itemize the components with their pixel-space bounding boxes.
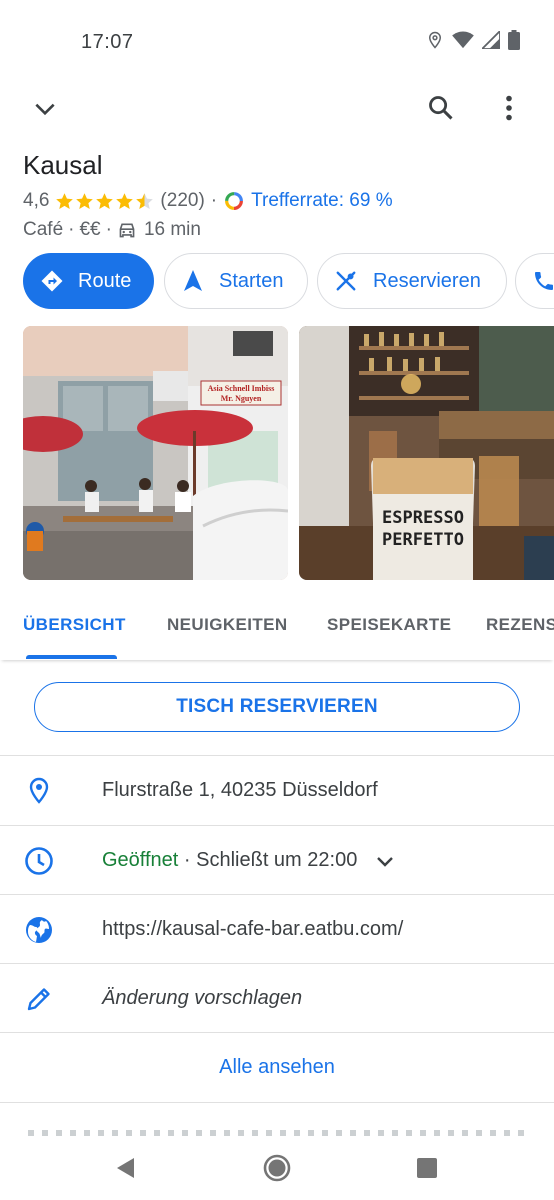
star-icon	[76, 192, 94, 209]
see-all-button[interactable]: Alle ansehen	[0, 1043, 554, 1091]
category: Café	[23, 219, 64, 240]
home-circle-icon	[263, 1154, 291, 1182]
separator: ·	[210, 190, 218, 211]
open-status: Geöffnet	[102, 849, 179, 871]
recents-button[interactable]	[411, 1152, 443, 1184]
price-level: €€	[79, 219, 101, 240]
car-icon	[119, 223, 135, 238]
collapse-button[interactable]	[23, 87, 67, 131]
route-button[interactable]: Route	[23, 253, 154, 309]
rating-value: 4,6	[23, 190, 50, 211]
reserve-label: Reservieren	[373, 269, 481, 292]
star-icon	[116, 192, 134, 209]
address-row[interactable]: Flurstraße 1, 40235 Düsseldorf	[0, 756, 554, 825]
system-nav-bar	[0, 1138, 554, 1200]
place-tabs: ÜBERSICHT NEUIGKEITEN SPEISEKARTE REZENS…	[0, 590, 554, 660]
tab-menu[interactable]: SPEISEKARTE	[327, 615, 451, 635]
action-chips: Route Starten Reservieren	[23, 253, 554, 309]
status-time: 17:07	[81, 31, 134, 53]
review-count: (220)	[160, 190, 205, 211]
home-button[interactable]	[261, 1152, 293, 1184]
signal-icon	[482, 31, 500, 49]
top-bar	[0, 84, 554, 134]
reserve-table-button[interactable]: TISCH RESERVIEREN	[34, 682, 520, 732]
divider	[0, 1102, 554, 1103]
chevron-down-icon	[35, 103, 55, 116]
cutlery-icon	[336, 271, 356, 291]
globe-icon	[24, 915, 54, 945]
website-link: https://kausal-cafe-bar.eatbu.com/	[102, 918, 404, 940]
wifi-icon	[452, 31, 474, 49]
cup-text-line1: ESPRESSO	[382, 508, 464, 528]
hours-text: Geöffnet · Schließt um 22:00	[102, 849, 395, 872]
photo-interior-illustration: ESPRESSO PERFETTO	[299, 326, 554, 580]
sign-text-line2: Mr. Nguyen	[221, 394, 262, 403]
place-photo-interior[interactable]: ESPRESSO PERFETTO	[299, 326, 554, 580]
status-icons	[426, 30, 520, 50]
star-icon	[56, 192, 74, 209]
website-row[interactable]: https://kausal-cafe-bar.eatbu.com/	[0, 895, 554, 964]
battery-icon	[508, 30, 520, 50]
sign-text-line1: Asia Schnell Imbiss	[208, 384, 275, 393]
cup-text-line2: PERFETTO	[382, 530, 464, 550]
start-label: Starten	[219, 269, 284, 292]
star-rating	[55, 192, 154, 211]
tab-reviews[interactable]: REZENSIONEN	[486, 615, 554, 635]
suggest-edit-row[interactable]: Änderung vorschlagen	[0, 964, 554, 1033]
call-button[interactable]	[515, 253, 554, 309]
back-triangle-icon	[117, 1158, 134, 1178]
meta-row: Café · €€ · 16 min	[23, 218, 201, 242]
google-ring-icon	[225, 192, 244, 210]
photo-exterior-illustration: Asia Schnell Imbiss Mr. Nguyen	[23, 326, 288, 580]
location-icon	[428, 31, 442, 49]
chevron-down-icon[interactable]	[375, 854, 395, 868]
clock-icon	[24, 846, 54, 876]
star-half-icon	[136, 192, 154, 209]
separator: ·	[68, 219, 75, 240]
location-pin-icon	[24, 776, 54, 806]
match-rate: Trefferrate: 69 %	[251, 190, 393, 211]
more-options-button[interactable]	[487, 86, 531, 130]
hours-row[interactable]: Geöffnet · Schließt um 22:00	[0, 826, 554, 895]
place-photo-exterior[interactable]: Asia Schnell Imbiss Mr. Nguyen	[23, 326, 288, 580]
closing-time: · Schließt um 22:00	[178, 849, 358, 871]
search-icon	[429, 96, 453, 120]
back-button[interactable]	[109, 1152, 141, 1184]
tab-overview[interactable]: ÜBERSICHT	[23, 615, 126, 635]
route-label: Route	[78, 269, 132, 292]
truncated-content	[28, 1124, 528, 1138]
more-vert-icon	[506, 95, 512, 121]
recents-square-icon	[417, 1158, 437, 1178]
search-button[interactable]	[419, 86, 463, 130]
suggest-edit-text: Änderung vorschlagen	[102, 987, 303, 1009]
status-bar: 17:07	[0, 0, 554, 84]
drive-time: 16 min	[143, 219, 201, 240]
phone-icon	[535, 272, 553, 290]
divider	[0, 1032, 554, 1033]
navigation-arrow-icon	[184, 270, 202, 291]
place-name: Kausal	[23, 150, 103, 180]
separator: ·	[105, 219, 112, 240]
directions-icon	[41, 270, 63, 292]
star-icon	[96, 192, 114, 209]
pencil-icon	[24, 984, 54, 1014]
address-text: Flurstraße 1, 40235 Düsseldorf	[102, 779, 378, 801]
rating-row[interactable]: 4,6 (220) · Trefferrate: 69 %	[23, 189, 393, 213]
start-button[interactable]: Starten	[164, 253, 308, 309]
active-tab-indicator	[26, 655, 117, 659]
tab-news[interactable]: NEUIGKEITEN	[167, 615, 288, 635]
reserve-button[interactable]: Reservieren	[317, 253, 507, 309]
